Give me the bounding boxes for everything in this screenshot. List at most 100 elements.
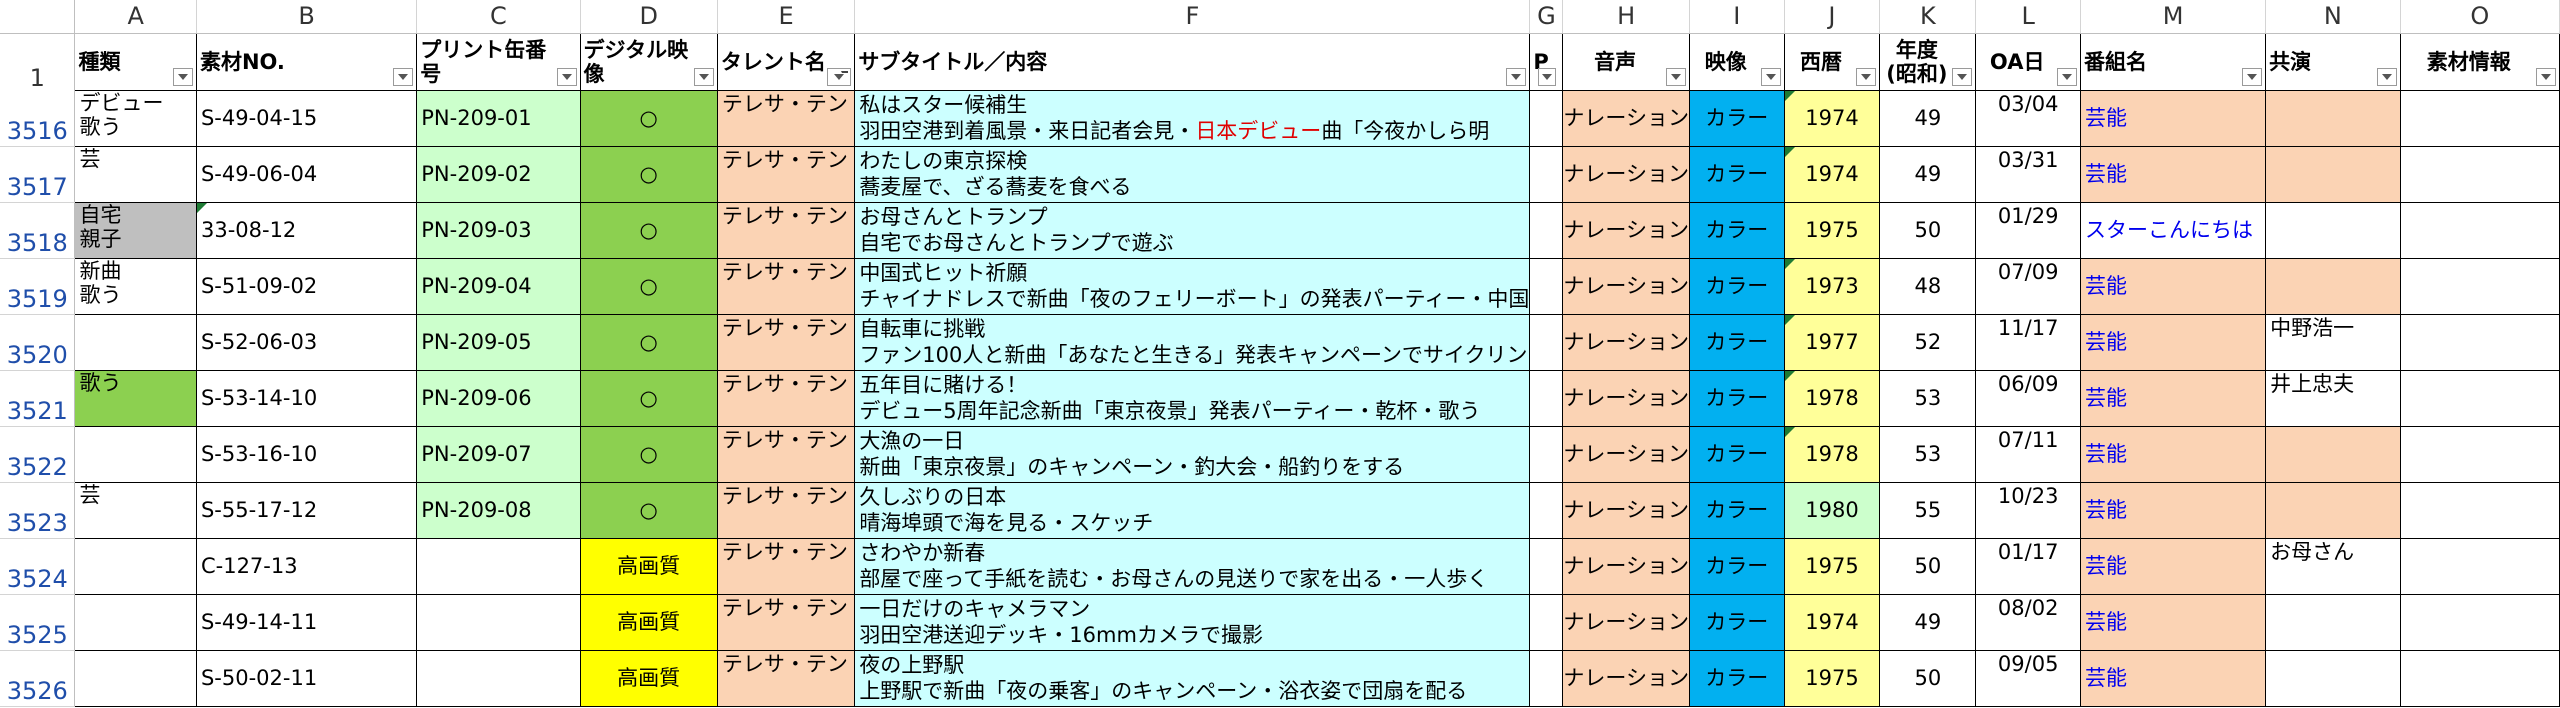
row-number[interactable]: 3517 [0,146,76,203]
cell-program[interactable]: 芸能 [2080,313,2267,371]
cell-material-no[interactable]: S-53-14-10 [195,369,418,427]
filter-dropdown-icon[interactable] [2376,67,2397,86]
cell-p[interactable] [1529,481,1564,539]
cell-oa-date[interactable]: 11/17 [1975,313,2082,371]
cell-oa-date[interactable]: 06/09 [1975,369,2082,427]
cell-material-no[interactable]: S-50-02-11 [195,649,418,707]
cell-digital[interactable]: 高画質 [579,537,718,595]
row-number[interactable]: 1 [0,33,76,90]
cell-digital[interactable]: ○ [579,425,718,483]
cell-oa-date[interactable]: 01/29 [1975,201,2082,259]
filter-dropdown-icon[interactable] [2242,67,2263,86]
column-header-L[interactable]: L [1975,0,2082,34]
cell-print-can[interactable]: PN-209-02 [416,145,581,203]
field-header-subtitle[interactable]: サブタイトル／内容 [854,32,1531,91]
cell-talent[interactable]: テレサ・テン [716,537,856,595]
cell-digital[interactable]: ○ [579,481,718,539]
cell-audio[interactable]: ナレーション [1562,145,1690,203]
cell-type[interactable]: 新曲 歌う [74,257,197,315]
cell-type[interactable]: 芸 [74,145,197,203]
cell-video[interactable]: カラー [1688,201,1785,259]
column-header-I[interactable]: I [1689,0,1785,34]
cell-oa-date[interactable]: 09/05 [1975,649,2082,707]
cell-oa-date[interactable]: 07/09 [1975,257,2082,315]
cell-type[interactable] [74,425,197,483]
cell-material-no[interactable]: S-49-04-15 [195,89,418,147]
cell-material-no[interactable]: S-51-09-02 [195,257,418,315]
filter-dropdown-icon[interactable] [1760,67,1781,86]
cell-material-no[interactable]: S-49-06-04 [195,145,418,203]
cell-costar[interactable]: 井上忠夫 [2265,369,2401,427]
cell-showa[interactable]: 50 [1879,537,1977,595]
cell-talent[interactable]: テレサ・テン [716,369,856,427]
column-header-D[interactable]: D [580,0,718,34]
cell-print-can[interactable] [416,649,581,707]
field-header-showa[interactable]: 年度(昭和) [1879,32,1977,91]
row-number[interactable]: 3520 [0,314,76,371]
cell-audio[interactable]: ナレーション [1562,649,1690,707]
column-header-K[interactable]: K [1879,0,1977,34]
filter-dropdown-icon[interactable] [2536,67,2556,86]
filter-dropdown-icon[interactable] [1538,67,1557,86]
cell-year[interactable]: 1974 [1783,593,1881,651]
cell-year[interactable]: 1978 [1783,369,1881,427]
cell-material-no[interactable]: S-55-17-12 [195,481,418,539]
cell-material-info[interactable] [2399,201,2560,259]
cell-audio[interactable]: ナレーション [1562,313,1690,371]
field-header-oa-date[interactable]: OA日 [1975,32,2082,91]
field-header-talent[interactable]: タレント名 [716,32,856,91]
cell-video[interactable]: カラー [1688,481,1785,539]
cell-type[interactable] [74,649,197,707]
field-header-video[interactable]: 映像 [1688,32,1785,91]
cell-year[interactable]: 1980 [1783,481,1881,539]
cell-video[interactable]: カラー [1688,313,1785,371]
filter-dropdown-icon[interactable] [693,67,714,86]
cell-print-can[interactable]: PN-209-05 [416,313,581,371]
cell-program[interactable]: 芸能 [2080,257,2267,315]
cell-p[interactable] [1529,593,1564,651]
cell-p[interactable] [1529,201,1564,259]
cell-subtitle[interactable]: わたしの東京探検 蕎麦屋で、ざる蕎麦を食べる [854,145,1531,203]
cell-subtitle[interactable]: 私はスター候補生 羽田空港到着風景・来日記者会見・日本デビュー曲「今夜かしら明 [854,89,1531,147]
cell-type[interactable]: デビュー 歌う [74,89,197,147]
cell-print-can[interactable]: PN-209-03 [416,201,581,259]
cell-digital[interactable]: ○ [579,369,718,427]
cell-digital[interactable]: ○ [579,313,718,371]
cell-audio[interactable]: ナレーション [1562,481,1690,539]
cell-talent[interactable]: テレサ・テン [716,145,856,203]
cell-subtitle[interactable]: 夜の上野駅 上野駅で新曲「夜の乗客」のキャンペーン・浴衣姿で団扇を配る [854,649,1531,707]
field-header-audio[interactable]: 音声 [1562,32,1690,91]
cell-subtitle[interactable]: 自転車に挑戦 ファン100人と新曲「あなたと生きる」発表キャンペーンでサイクリン [854,313,1531,371]
column-header-F[interactable]: F [854,0,1531,34]
cell-subtitle[interactable]: さわやか新春 部屋で座って手紙を読む・お母さんの見送りで家を出る・一人歩く [854,537,1531,595]
row-number[interactable]: 3516 [0,90,76,147]
cell-oa-date[interactable]: 10/23 [1975,481,2082,539]
cell-material-info[interactable] [2399,369,2560,427]
cell-costar[interactable] [2265,481,2401,539]
cell-material-info[interactable] [2399,649,2560,707]
cell-showa[interactable]: 49 [1879,145,1977,203]
cell-material-no[interactable]: S-49-14-11 [195,593,418,651]
cell-type[interactable]: 芸 [74,481,197,539]
field-header-digital[interactable]: デジタル映像 [579,32,718,91]
cell-talent[interactable]: テレサ・テン [716,425,856,483]
cell-material-no[interactable]: S-52-06-03 [195,313,418,371]
cell-p[interactable] [1529,145,1564,203]
cell-talent[interactable]: テレサ・テン [716,257,856,315]
cell-digital[interactable]: ○ [579,89,718,147]
cell-print-can[interactable]: PN-209-01 [416,89,581,147]
field-header-print-can[interactable]: プリント缶番号 [416,32,581,91]
field-header-program[interactable]: 番組名 [2080,32,2267,91]
cell-showa[interactable]: 53 [1879,369,1977,427]
cell-p[interactable] [1529,537,1564,595]
cell-material-no[interactable]: S-53-16-10 [195,425,418,483]
select-all-corner[interactable] [0,0,76,34]
cell-material-no[interactable]: C-127-13 [195,537,418,595]
cell-type[interactable]: 歌う [74,369,197,427]
cell-material-info[interactable] [2399,145,2560,203]
cell-costar[interactable] [2265,257,2401,315]
cell-talent[interactable]: テレサ・テン [716,649,856,707]
row-number[interactable]: 3522 [0,426,76,483]
cell-print-can[interactable] [416,593,581,651]
cell-print-can[interactable]: PN-209-04 [416,257,581,315]
